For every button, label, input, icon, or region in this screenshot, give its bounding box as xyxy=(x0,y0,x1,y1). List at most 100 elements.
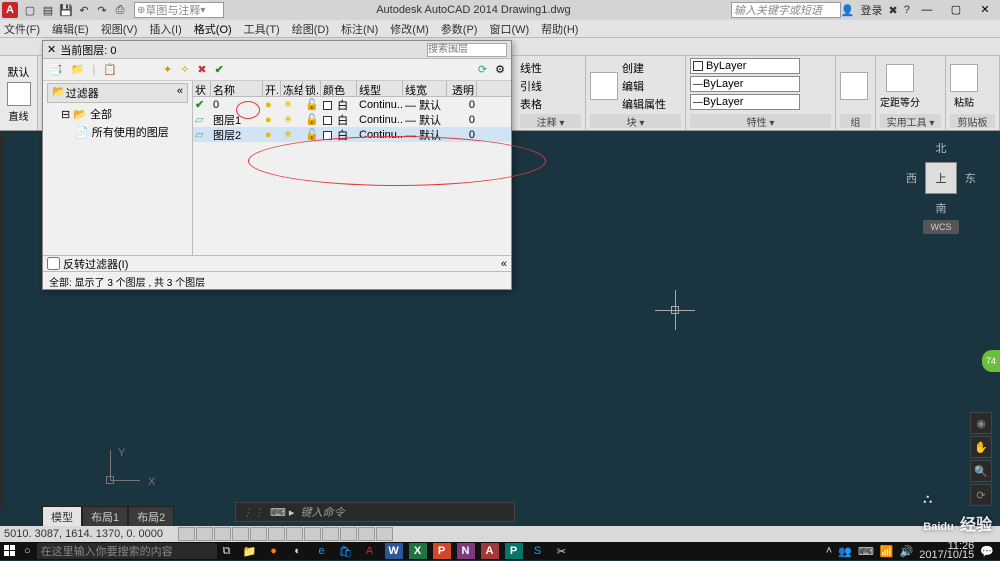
app-access-icon[interactable]: A xyxy=(481,543,499,559)
otrack-toggle[interactable] xyxy=(268,527,285,541)
lineweight-combo[interactable]: — ByLayer xyxy=(690,76,800,92)
new-layer-freeze-icon[interactable]: ✧ xyxy=(180,63,189,76)
nav-zoom-icon[interactable]: 🔍 xyxy=(970,460,992,482)
ribbon-tab-default[interactable]: 默认 直线 xyxy=(0,56,38,130)
tray-wifi-icon[interactable]: 📶 xyxy=(880,545,894,558)
qp-toggle[interactable] xyxy=(358,527,375,541)
layer-row[interactable]: ✔0 ●☀ 🔓 白 Continu...— 默认0 xyxy=(193,97,511,112)
lwt-toggle[interactable] xyxy=(322,527,339,541)
col-color[interactable]: 颜色 xyxy=(321,81,357,96)
linear-item[interactable]: 线性 xyxy=(520,60,542,76)
block-insert-icon[interactable] xyxy=(590,72,618,100)
maximize-button[interactable]: ▢ xyxy=(943,1,969,19)
close-panel-icon[interactable]: ✕ xyxy=(47,43,56,56)
layer-search-input[interactable] xyxy=(427,43,507,57)
taskview-icon[interactable]: ⧉ xyxy=(223,545,231,558)
filter-used[interactable]: 📄 所有使用的图层 xyxy=(47,123,188,141)
col-name[interactable]: 名称 xyxy=(211,81,263,96)
linetype-combo[interactable]: — ByLayer xyxy=(690,94,800,110)
edit-item[interactable]: 编辑 xyxy=(622,78,666,94)
app-autocad-icon[interactable]: A xyxy=(361,543,379,559)
app-chrome-icon[interactable]: ◐ xyxy=(289,543,307,559)
qat-print-icon[interactable]: ⎙ xyxy=(112,2,128,18)
app-publisher-icon[interactable]: P xyxy=(505,543,523,559)
layer-row[interactable]: ▱图层1 ●☀ 🔓 白 Continu...— 默认0 xyxy=(193,112,511,127)
qat-undo-icon[interactable]: ↶ xyxy=(76,2,92,18)
new-layer-icon[interactable]: ✦ xyxy=(163,63,172,76)
col-freeze[interactable]: 冻结 xyxy=(281,81,303,96)
layer-row[interactable]: ▱图层2 ●☀ 🔓 白 Continu...— 默认0 xyxy=(193,127,511,142)
menu-window[interactable]: 窗口(W) xyxy=(489,21,529,37)
nav-wheel-icon[interactable]: ◉ xyxy=(970,412,992,434)
layer-states-icon[interactable]: 📋 xyxy=(103,63,117,76)
viewcube[interactable]: 北 西上东 南 WCS xyxy=(906,140,976,230)
tab-layout1[interactable]: 布局1 xyxy=(82,506,128,528)
start-button[interactable] xyxy=(2,543,18,559)
app-skype-icon[interactable]: S xyxy=(529,543,547,559)
ortho-toggle[interactable] xyxy=(214,527,231,541)
side-badge[interactable]: 74 xyxy=(982,350,1000,372)
tray-volume-icon[interactable]: 🔊 xyxy=(900,545,914,558)
col-status[interactable]: 状 xyxy=(193,81,211,96)
tray-people-icon[interactable]: 👥 xyxy=(838,545,852,558)
menu-modify[interactable]: 修改(M) xyxy=(390,21,429,37)
qat-redo-icon[interactable]: ↷ xyxy=(94,2,110,18)
sc-toggle[interactable] xyxy=(376,527,393,541)
app-ppt-icon[interactable]: P xyxy=(433,543,451,559)
close-button[interactable]: ✕ xyxy=(972,1,998,19)
col-transparency[interactable]: 透明 xyxy=(447,81,477,96)
grid-toggle[interactable] xyxy=(196,527,213,541)
leader-item[interactable]: 引线 xyxy=(520,78,542,94)
group-icon[interactable] xyxy=(840,72,868,100)
viewcube-top[interactable]: 上 xyxy=(925,162,957,194)
menu-format[interactable]: 格式(O) xyxy=(194,21,232,37)
table-item[interactable]: 表格 xyxy=(520,96,542,112)
col-lineweight[interactable]: 线宽 xyxy=(403,81,447,96)
tray-input-icon[interactable]: ⌨ xyxy=(858,545,874,558)
app-browser-icon[interactable]: ● xyxy=(265,543,283,559)
keyword-search[interactable]: 输入关键字或短语 xyxy=(731,2,841,18)
minimize-button[interactable]: — xyxy=(914,1,940,19)
tray-up-icon[interactable]: ˄ xyxy=(826,545,832,557)
filter-all[interactable]: ⊟ 📂 全部 xyxy=(47,105,188,123)
col-lock[interactable]: 锁.. xyxy=(303,81,321,96)
menu-edit[interactable]: 编辑(E) xyxy=(52,21,89,37)
col-on[interactable]: 开. xyxy=(263,81,281,96)
paste-icon[interactable] xyxy=(950,64,978,92)
app-word-icon[interactable]: W xyxy=(385,543,403,559)
osnap-toggle[interactable] xyxy=(250,527,267,541)
command-line[interactable]: ⋮⋮ ⌨ ▸ 键入命令 xyxy=(235,502,515,522)
menu-help[interactable]: 帮助(H) xyxy=(541,21,578,37)
tab-model[interactable]: 模型 xyxy=(42,506,82,528)
tpy-toggle[interactable] xyxy=(340,527,357,541)
ducs-toggle[interactable] xyxy=(286,527,303,541)
line-tool-icon[interactable] xyxy=(7,82,31,106)
measure-icon[interactable] xyxy=(886,64,914,92)
qat-new-icon[interactable]: ▢ xyxy=(22,2,38,18)
color-combo[interactable]: ByLayer xyxy=(690,58,800,74)
app-explorer-icon[interactable]: 📁 xyxy=(241,543,259,559)
menu-param[interactable]: 参数(P) xyxy=(441,21,478,37)
taskbar-search[interactable]: 在这里输入你要搜索的内容 xyxy=(37,543,217,559)
nav-pan-icon[interactable]: ✋ xyxy=(970,436,992,458)
cmd-handle-icon[interactable]: ⋮⋮ xyxy=(242,506,264,519)
app-edge-icon[interactable]: e xyxy=(313,543,331,559)
tray-notifications-icon[interactable]: 💬 xyxy=(980,545,994,558)
menu-tools[interactable]: 工具(T) xyxy=(244,21,280,37)
menu-insert[interactable]: 插入(I) xyxy=(149,21,181,37)
app-store-icon[interactable]: 🛍 xyxy=(337,543,355,559)
new-filter-icon[interactable]: 📑 xyxy=(49,63,63,76)
user-icon[interactable]: 👤 xyxy=(841,4,855,17)
polar-toggle[interactable] xyxy=(232,527,249,541)
taskbar-clock[interactable]: 11:262017/10/15 xyxy=(919,542,974,560)
tab-layout2[interactable]: 布局2 xyxy=(128,506,174,528)
menu-file[interactable]: 文件(F) xyxy=(4,21,40,37)
invert-filter-checkbox[interactable] xyxy=(47,257,60,270)
login-link[interactable]: 登录 xyxy=(861,2,883,18)
create-item[interactable]: 创建 xyxy=(622,60,666,76)
snap-toggle[interactable] xyxy=(178,527,195,541)
wcs-badge[interactable]: WCS xyxy=(923,220,959,234)
cortana-icon[interactable]: ○ xyxy=(24,545,31,557)
app-excel-icon[interactable]: X xyxy=(409,543,427,559)
app-snip-icon[interactable]: ✂ xyxy=(553,543,571,559)
